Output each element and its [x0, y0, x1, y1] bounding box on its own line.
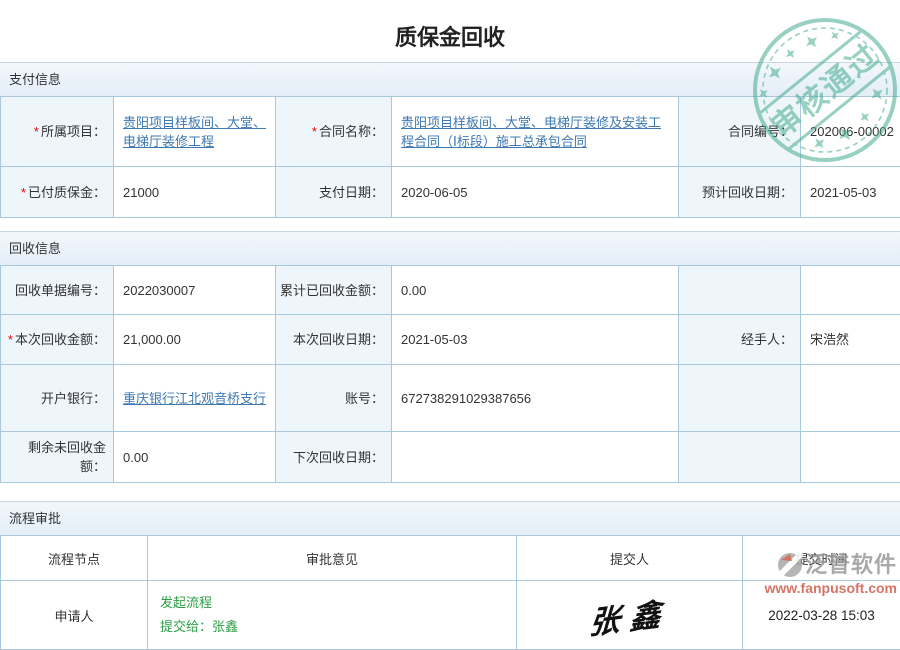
- amount-value: 21,000.00: [114, 315, 276, 365]
- empty-value-cell: [801, 432, 900, 483]
- payment-table: *所属项目： 贵阳项目样板间、大堂、电梯厅装修工程 *合同名称： 贵阳项目样板间…: [0, 96, 900, 218]
- empty-label-cell: [679, 432, 801, 483]
- empty-label-cell: [679, 365, 801, 432]
- table-row: *所属项目： 贵阳项目样板间、大堂、电梯厅装修工程 *合同名称： 贵阳项目样板间…: [1, 97, 900, 167]
- next-date-label: 下次回收日期：: [276, 432, 392, 483]
- signature: 张鑫: [588, 587, 672, 643]
- contract-no-value: 202006-00002: [801, 97, 900, 167]
- amount-label: *本次回收金额：: [1, 315, 114, 365]
- expect-date-value: 2021-05-03: [801, 167, 900, 218]
- account-label: 账号：: [276, 365, 392, 432]
- paid-deposit-label: *已付质保金：: [1, 167, 114, 218]
- accum-label: 累计已回收金额：: [276, 266, 392, 315]
- required-marker: *: [312, 124, 317, 139]
- contract-name-label: *合同名称：: [276, 97, 392, 167]
- remaining-value: 0.00: [114, 432, 276, 483]
- required-marker: *: [21, 185, 26, 200]
- project-value: 贵阳项目样板间、大堂、电梯厅装修工程: [114, 97, 276, 167]
- empty-label-cell: [679, 266, 801, 315]
- paid-deposit-value: 21000: [114, 167, 276, 218]
- expect-date-label: 预计回收日期：: [679, 167, 801, 218]
- col-header-opinion: 审批意见: [148, 536, 517, 581]
- vendor-name: 泛普软件: [805, 554, 897, 576]
- contract-name-link[interactable]: 贵阳项目样板间、大堂、电梯厅装修及安装工程合同（Ⅰ标段）施工总承包合同: [401, 115, 661, 149]
- account-value: 672738291029387656: [392, 365, 679, 432]
- recovery-date-label: 本次回收日期：: [276, 315, 392, 365]
- accum-value: 0.00: [392, 266, 679, 315]
- section-header-recovery: 回收信息: [0, 231, 900, 265]
- pay-date-label: 支付日期：: [276, 167, 392, 218]
- empty-value-cell: [801, 266, 900, 315]
- receipt-no-value: 2022030007: [114, 266, 276, 315]
- bank-label: 开户银行：: [1, 365, 114, 432]
- table-row: *已付质保金： 21000 支付日期： 2020-06-05 预计回收日期： 2…: [1, 167, 900, 218]
- vendor-watermark: 泛普软件 www.fanpusoft.com: [765, 552, 897, 595]
- remaining-label: 剩余未回收金额：: [1, 432, 114, 483]
- vendor-url: www.fanpusoft.com: [765, 581, 897, 595]
- submitter-cell: 张鑫: [517, 581, 743, 650]
- bank-value: 重庆银行江北观音桥支行: [114, 365, 276, 432]
- required-marker: *: [8, 332, 13, 347]
- section-header-payment: 支付信息: [0, 62, 900, 96]
- table-row: 回收单据编号： 2022030007 累计已回收金额： 0.00: [1, 266, 900, 315]
- project-link[interactable]: 贵阳项目样板间、大堂、电梯厅装修工程: [123, 115, 266, 149]
- page-title: 质保金回收: [0, 0, 900, 62]
- bank-link[interactable]: 重庆银行江北观音桥支行: [123, 391, 266, 406]
- col-header-submitter: 提交人: [517, 536, 743, 581]
- table-row: 开户银行： 重庆银行江北观音桥支行 账号： 672738291029387656: [1, 365, 900, 432]
- receipt-no-label: 回收单据编号：: [1, 266, 114, 315]
- contract-no-label: 合同编号：: [679, 97, 801, 167]
- table-row: *本次回收金额： 21,000.00 本次回收日期： 2021-05-03 经手…: [1, 315, 900, 365]
- vendor-logo-icon: [777, 552, 803, 578]
- handler-value: 宋浩然: [801, 315, 900, 365]
- opinion-line-1: 发起流程: [160, 591, 515, 615]
- pay-date-value: 2020-06-05: [392, 167, 679, 218]
- col-header-node: 流程节点: [1, 536, 148, 581]
- approval-opinion: 发起流程 提交给：张鑫: [148, 581, 517, 650]
- flow-node: 申请人: [1, 581, 148, 650]
- recovery-table: 回收单据编号： 2022030007 累计已回收金额： 0.00 *本次回收金额…: [0, 265, 900, 483]
- handler-label: 经手人：: [679, 315, 801, 365]
- contract-name-value: 贵阳项目样板间、大堂、电梯厅装修及安装工程合同（Ⅰ标段）施工总承包合同: [392, 97, 679, 167]
- table-row: 剩余未回收金额： 0.00 下次回收日期：: [1, 432, 900, 483]
- submit-time: 2022-03-28 15:03: [768, 608, 875, 623]
- recovery-date-value: 2021-05-03: [392, 315, 679, 365]
- section-header-approval: 流程审批: [0, 501, 900, 535]
- opinion-line-2: 提交给：张鑫: [160, 615, 515, 639]
- empty-value-cell: [801, 365, 900, 432]
- project-label: *所属项目：: [1, 97, 114, 167]
- required-marker: *: [34, 124, 39, 139]
- next-date-value: [392, 432, 679, 483]
